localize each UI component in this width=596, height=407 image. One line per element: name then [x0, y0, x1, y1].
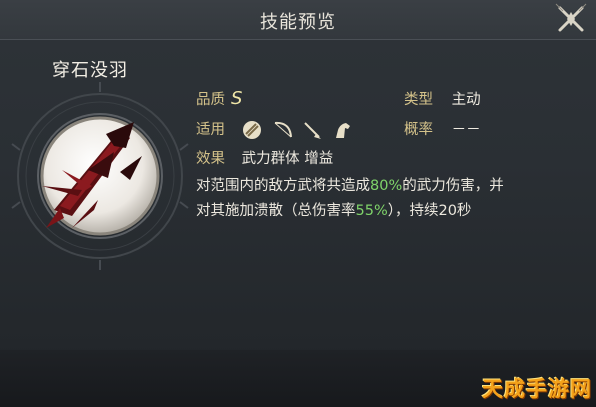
cavalry-shield-icon[interactable]: [242, 120, 262, 140]
quality-label: 品质: [196, 92, 225, 108]
skill-preview-panel: 技能预览 穿石没羽 品质 S 类型 主动 适用 概率 －－ 效果 武力群体 增益…: [0, 0, 596, 407]
effect-row: 效果 武力群体 增益: [196, 147, 333, 168]
description-line-1: 对范围内的敌方武将共造成80%的武力伤害，并: [196, 174, 546, 199]
close-icon: [555, 3, 587, 32]
effect-label: 效果: [196, 151, 225, 167]
spear-icon[interactable]: [302, 120, 322, 140]
description-line-2: 对其施加溃散（总伤害率55%），持续20秒: [196, 199, 546, 224]
chance-row: 概率 －－: [404, 118, 481, 139]
page-title: 技能预览: [260, 12, 336, 33]
effect-value: 武力群体 增益: [241, 151, 334, 167]
close-button[interactable]: [552, 0, 590, 38]
chance-label: 概率: [404, 122, 433, 138]
desc-text: ），持续20秒: [387, 203, 472, 219]
bow-icon[interactable]: [272, 120, 292, 140]
suitable-label: 适用: [196, 122, 225, 138]
type-row: 类型 主动: [404, 88, 481, 109]
chance-value: －－: [451, 122, 481, 138]
total-damage-percent: 55%: [355, 203, 388, 219]
type-value: 主动: [451, 92, 481, 108]
desc-text: 对其施加溃散（总伤害率: [196, 203, 356, 219]
desc-text: 对范围内的敌方武将共造成: [196, 178, 370, 194]
quality-row: 品质 S: [196, 88, 242, 109]
type-label: 类型: [404, 92, 433, 108]
header-bar: 技能预览: [0, 0, 596, 40]
desc-text: 的武力伤害，并: [402, 178, 504, 194]
suitable-row: 适用: [196, 118, 352, 140]
horse-icon[interactable]: [332, 120, 352, 140]
quality-value: S: [231, 88, 243, 109]
skill-emblem-icon: [11, 82, 189, 270]
skill-description: 对范围内的敌方武将共造成80%的武力伤害，并 对其施加溃散（总伤害率55%），持…: [196, 174, 546, 224]
site-watermark: 天成手游网: [482, 377, 592, 401]
damage-percent: 80%: [370, 178, 403, 194]
